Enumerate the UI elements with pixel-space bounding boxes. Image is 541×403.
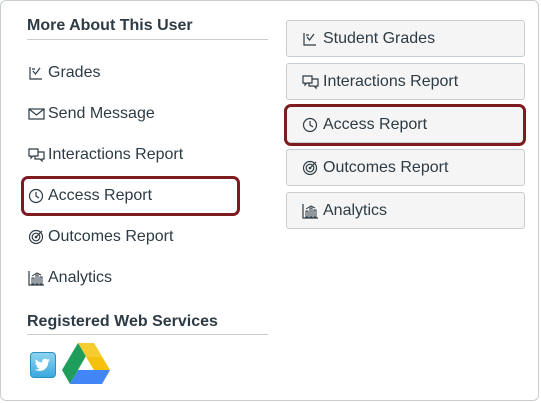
chat-icon [27, 146, 45, 164]
target-icon [27, 228, 45, 246]
chat-icon [301, 73, 319, 91]
interactions-report-button-label: Interactions Report [323, 72, 459, 90]
registered-web-services-heading: Registered Web Services [27, 313, 218, 330]
envelope-icon [27, 105, 45, 123]
access-report-button[interactable]: Access Report [286, 106, 525, 143]
student-grades-button-label: Student Grades [323, 29, 436, 47]
send-message-link[interactable]: Send Message [27, 102, 155, 126]
user-panel-frame: More About This User Grades Send Message… [0, 0, 539, 401]
analytics-button-label: Analytics [323, 201, 388, 219]
interactions-report-link-label: Interactions Report [48, 146, 184, 163]
heading-divider [27, 39, 268, 40]
outcomes-report-button-label: Outcomes Report [323, 158, 449, 176]
access-report-button-label: Access Report [323, 115, 428, 133]
clock-icon [27, 187, 45, 205]
grades-icon [27, 64, 45, 82]
bar-chart-icon [301, 202, 319, 220]
twitter-icon[interactable] [30, 352, 56, 378]
web-services-list [30, 343, 110, 390]
grades-icon [301, 30, 319, 48]
google-drive-icon[interactable] [62, 343, 110, 390]
grades-link[interactable]: Grades [27, 61, 100, 85]
more-about-user-heading: More About This User [27, 17, 193, 34]
interactions-report-button[interactable]: Interactions Report [286, 63, 525, 100]
access-report-link[interactable]: Access Report [27, 184, 152, 208]
outcomes-report-button[interactable]: Outcomes Report [286, 149, 525, 186]
student-grades-button[interactable]: Student Grades [286, 20, 525, 57]
access-report-link-label: Access Report [48, 187, 153, 204]
services-divider [27, 334, 268, 335]
target-icon [301, 159, 319, 177]
grades-link-label: Grades [48, 64, 101, 81]
send-message-link-label: Send Message [48, 105, 155, 122]
outcomes-report-link[interactable]: Outcomes Report [27, 225, 173, 249]
bar-chart-icon [27, 269, 45, 287]
analytics-link-label: Analytics [48, 269, 113, 286]
clock-icon [301, 116, 319, 134]
outcomes-report-link-label: Outcomes Report [48, 228, 174, 245]
analytics-button[interactable]: Analytics [286, 192, 525, 229]
interactions-report-link[interactable]: Interactions Report [27, 143, 183, 167]
analytics-link[interactable]: Analytics [27, 266, 112, 290]
